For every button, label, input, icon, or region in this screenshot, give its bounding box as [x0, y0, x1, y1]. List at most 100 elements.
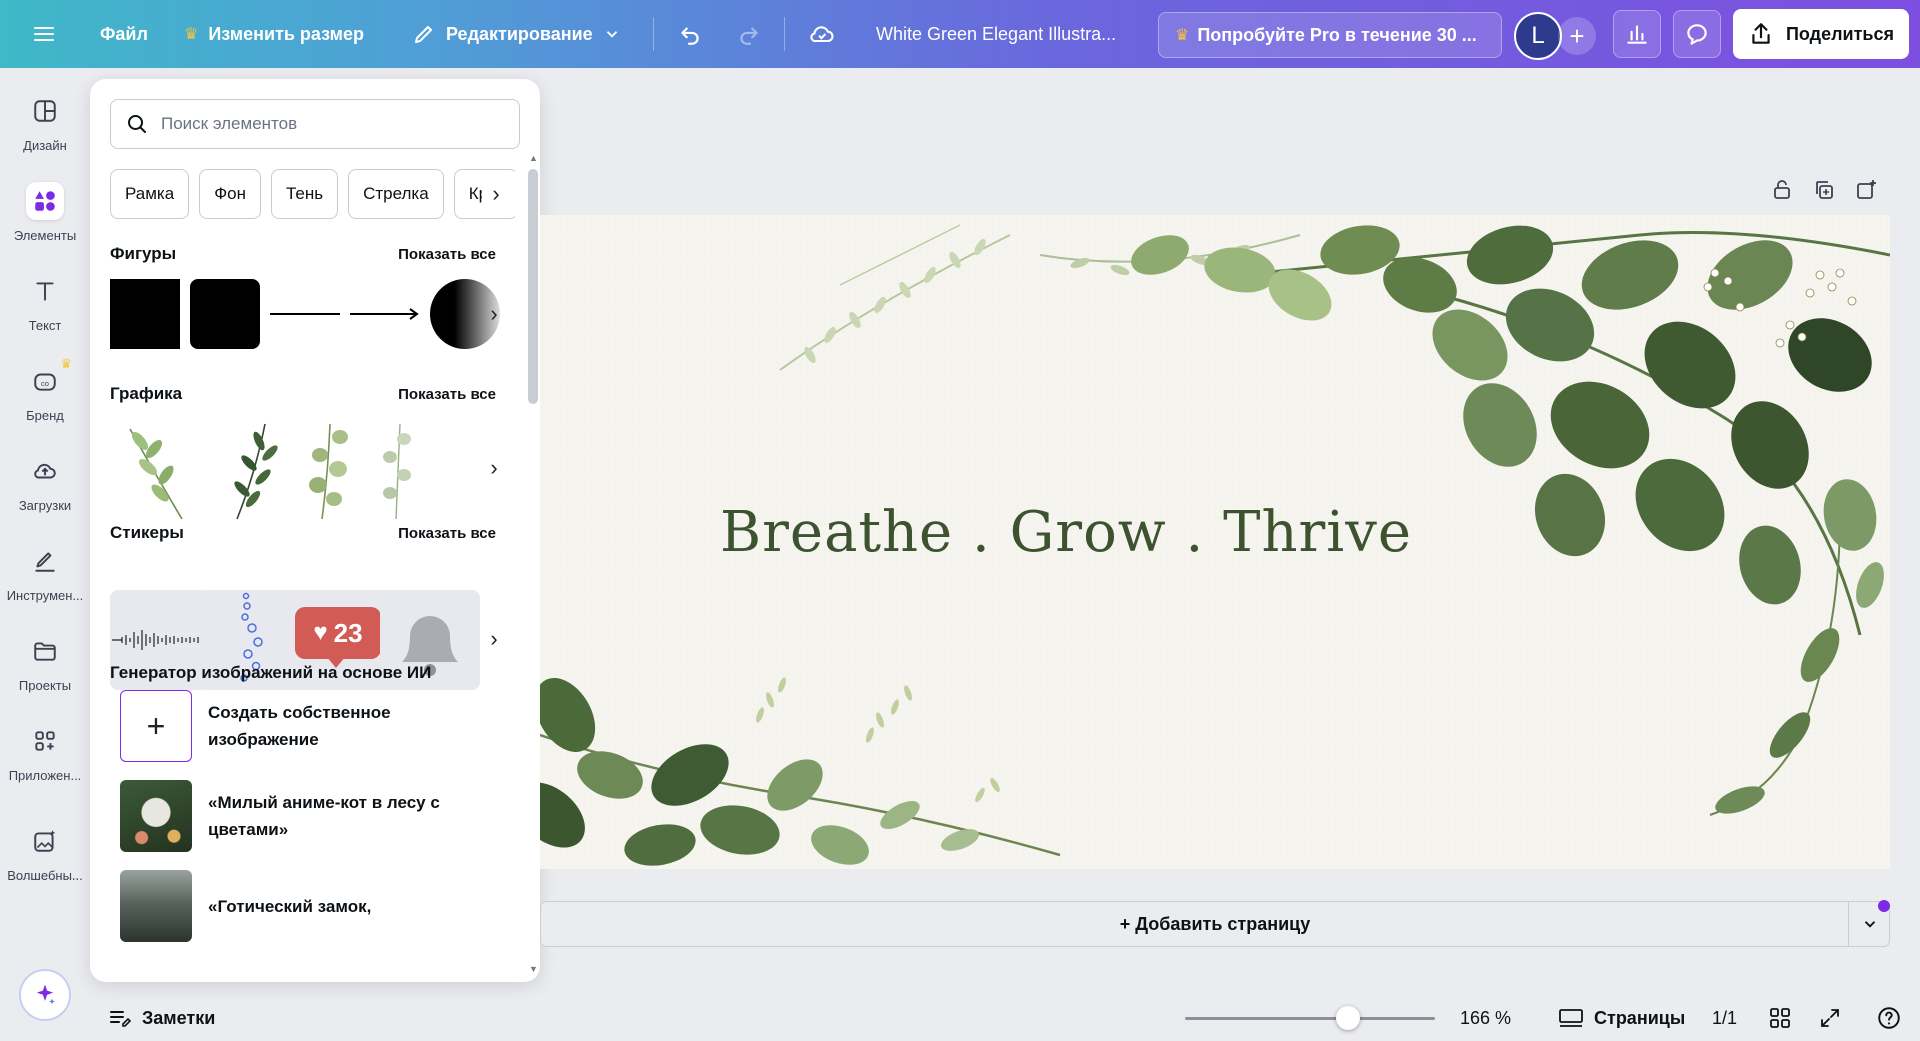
- chips-next-button[interactable]: ›: [482, 180, 510, 208]
- chevron-right-icon: ›: [490, 455, 498, 480]
- chip-arrow[interactable]: Стрелка: [348, 169, 444, 219]
- pages-label: Страницы: [1594, 1007, 1686, 1028]
- lock-icon[interactable]: [1770, 178, 1794, 202]
- ai-item-create[interactable]: + Создать собственное изображение: [120, 690, 500, 762]
- rail-item-brand[interactable]: co ♛ Бренд: [0, 352, 90, 432]
- search-box[interactable]: [110, 99, 520, 149]
- pencil-icon: [415, 26, 432, 43]
- shapes-title: Фигуры: [110, 244, 177, 263]
- shapes-show-all[interactable]: Показать все: [398, 246, 496, 263]
- chip-shadow[interactable]: Тень: [270, 169, 339, 219]
- shape-rounded-square[interactable]: [190, 279, 260, 349]
- text-icon: [26, 272, 64, 310]
- chevron-down-icon: [606, 31, 617, 38]
- crown-icon: ♛: [184, 26, 199, 43]
- graphics-show-all[interactable]: Показать все: [398, 386, 496, 403]
- add-page-icon[interactable]: [1854, 178, 1878, 202]
- plus-icon: +: [120, 690, 192, 762]
- shape-line[interactable]: [270, 313, 340, 315]
- ai-item-anime-cat[interactable]: «Милый аниме-кот в лесу с цветами»: [120, 780, 500, 852]
- rail-item-text[interactable]: Текст: [0, 262, 90, 342]
- try-pro-button[interactable]: ♛ Попробуйте Pro в течение 30 ...: [1158, 12, 1502, 58]
- share-label: Поделиться: [1785, 23, 1895, 44]
- add-page-button[interactable]: + Добавить страницу: [540, 901, 1890, 947]
- shapes-next-button[interactable]: ›: [480, 300, 508, 328]
- crown-icon: ♛: [60, 355, 72, 371]
- sparkle-icon: [36, 984, 55, 1005]
- rail-item-apps[interactable]: Приложен...: [0, 712, 90, 792]
- avatar[interactable]: L: [1514, 12, 1562, 60]
- rail-item-projects[interactable]: Проекты: [0, 622, 90, 702]
- stickers-show-all[interactable]: Показать все: [398, 525, 496, 542]
- rail-item-elements[interactable]: Элементы: [0, 172, 90, 252]
- stickers-next-button[interactable]: ›: [480, 625, 508, 653]
- page-toolbar: [1770, 178, 1878, 202]
- page-count[interactable]: 1/1: [1712, 995, 1737, 1041]
- shape-arrow-line[interactable]: [350, 304, 422, 324]
- headline-text[interactable]: Breathe . Grow . Thrive: [720, 500, 1412, 565]
- fullscreen-button[interactable]: [1818, 995, 1842, 1041]
- insights-button[interactable]: [1613, 10, 1661, 58]
- grid-view-button[interactable]: [1768, 995, 1792, 1041]
- chip-background[interactable]: Фон: [199, 169, 261, 219]
- document-title[interactable]: White Green Elegant Illustra...: [876, 0, 1116, 68]
- add-page-label: + Добавить страницу: [1119, 913, 1311, 934]
- expand-icon: [1821, 1009, 1839, 1027]
- search-input[interactable]: [161, 114, 501, 134]
- rail-label: Приложен...: [8, 767, 82, 783]
- gothic-castle-thumbnail: [120, 870, 192, 942]
- edit-mode-dropdown[interactable]: Редактирование: [412, 0, 621, 68]
- graphic-leaf-branch-2[interactable]: [225, 419, 280, 524]
- stickers-title: Стикеры: [110, 523, 184, 542]
- zoom-slider-thumb[interactable]: [1335, 1006, 1360, 1030]
- edit-mode-label: Редактирование: [446, 23, 593, 44]
- zoom-level[interactable]: 166 %: [1460, 995, 1511, 1041]
- design-canvas[interactable]: Breathe . Grow . Thrive: [540, 215, 1890, 869]
- shape-square[interactable]: [110, 279, 180, 349]
- zoom-slider-track[interactable]: [1185, 1017, 1435, 1020]
- magic-media-icon: [26, 822, 64, 860]
- graphic-eucalyptus-1[interactable]: [300, 419, 360, 524]
- rail-item-uploads[interactable]: Загрузки: [0, 442, 90, 522]
- rail-label: Элементы: [13, 227, 77, 243]
- graphics-next-button[interactable]: ›: [480, 454, 508, 482]
- divider: [784, 17, 785, 51]
- rail-item-magic-media[interactable]: Волшебны...: [0, 812, 90, 892]
- menu-button[interactable]: [32, 0, 56, 68]
- bar-chart-icon: [1627, 25, 1647, 44]
- layout-icon: [26, 92, 64, 130]
- graphic-eucalyptus-2[interactable]: [380, 419, 420, 524]
- like-count: 23: [333, 617, 363, 648]
- rail-label: Инструмен...: [6, 587, 84, 603]
- magic-assistant-button[interactable]: [19, 969, 71, 1021]
- ai-generator-title: Генератор изображений на основе ИИ: [110, 663, 432, 682]
- duplicate-page-icon[interactable]: [1812, 178, 1836, 202]
- comments-button[interactable]: [1673, 10, 1721, 58]
- graphic-leaf-branch-1[interactable]: [120, 419, 190, 524]
- brand-icon: co ♛: [26, 356, 72, 400]
- ai-item-gothic-castle[interactable]: «Готический замок,: [120, 870, 500, 942]
- redo-button[interactable]: [736, 0, 762, 68]
- notification-dot: [1878, 900, 1890, 912]
- rail-item-design[interactable]: Дизайн: [0, 82, 90, 162]
- cloud-sync-status[interactable]: [808, 0, 836, 68]
- invite-button[interactable]: +: [1558, 17, 1596, 55]
- panel-scrollbar[interactable]: ▲ ▼: [526, 149, 540, 974]
- file-menu[interactable]: Файл: [100, 0, 148, 68]
- bottom-bar: Заметки 166 % Страницы 1/1: [90, 995, 1920, 1041]
- try-pro-label: Попробуйте Pro в течение 30 ...: [1197, 24, 1477, 45]
- pages-button[interactable]: Страницы: [1558, 995, 1685, 1041]
- crown-icon: ♛: [1175, 27, 1190, 44]
- share-button[interactable]: Поделиться: [1733, 9, 1909, 59]
- scroll-thumb[interactable]: [528, 169, 538, 404]
- resize-button[interactable]: ♛ Изменить размер: [184, 0, 364, 68]
- help-button[interactable]: [1876, 995, 1902, 1041]
- undo-button[interactable]: [677, 0, 703, 68]
- top-toolbar: Файл ♛ Изменить размер Редактирование Wh…: [0, 0, 1920, 68]
- notes-button[interactable]: Заметки: [108, 995, 215, 1041]
- chip-frame[interactable]: Рамка: [110, 169, 190, 219]
- rail-item-tools[interactable]: Инструмен...: [0, 532, 90, 612]
- shapes-icon: [26, 181, 64, 220]
- share-upload-icon: [1752, 23, 1770, 44]
- chevron-right-icon: ›: [490, 626, 498, 651]
